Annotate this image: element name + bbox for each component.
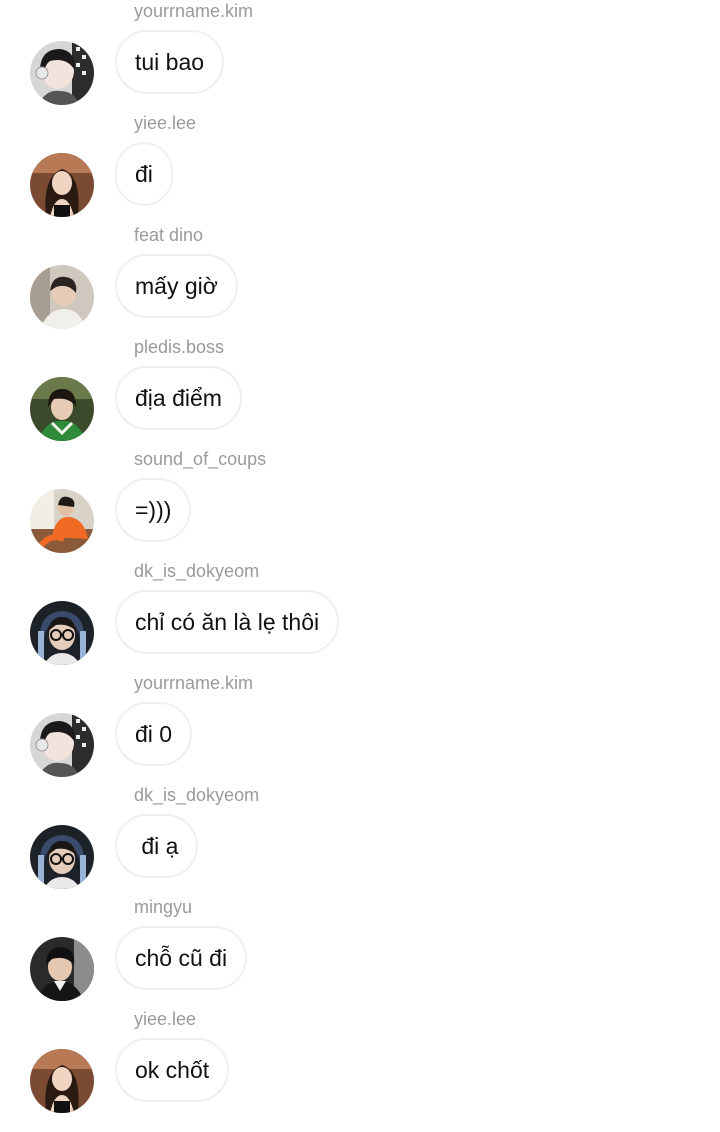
message-bubble[interactable]: tui bao (115, 30, 225, 94)
message-row: yiee.lee ok chốt (0, 1008, 720, 1120)
avatar-yourrname-kim[interactable] (30, 713, 94, 777)
avatar-feat-dino[interactable] (30, 265, 94, 329)
avatar-mingyu[interactable] (30, 937, 94, 1001)
avatar-yiee-lee[interactable] (30, 153, 94, 217)
sender-name[interactable]: pledis.boss (134, 336, 224, 358)
avatar-yourrname-kim[interactable] (30, 41, 94, 105)
message-row: yiee.lee đi (0, 112, 720, 224)
message-bubble[interactable]: =))) (115, 478, 192, 542)
avatar-dk-is-dokyeom[interactable] (30, 825, 94, 889)
avatar-dk-is-dokyeom[interactable] (30, 601, 94, 665)
message-row: dk_is_dokyeom đi ạ (0, 784, 720, 896)
sender-name[interactable]: yiee.lee (134, 112, 196, 134)
avatar-sound-of-coups[interactable] (30, 489, 94, 553)
message-row: yourrname.kim đi 0 (0, 672, 720, 784)
message-bubble[interactable]: địa điểm (115, 366, 242, 430)
sender-name[interactable]: mingyu (134, 896, 192, 918)
sender-name[interactable]: dk_is_dokyeom (134, 784, 259, 806)
sender-name[interactable]: sound_of_coups (134, 448, 266, 470)
message-bubble[interactable]: đi ạ (115, 814, 199, 878)
avatar-pledis-boss[interactable] (30, 377, 94, 441)
message-bubble[interactable]: đi (115, 142, 173, 206)
message-bubble[interactable]: đi 0 (115, 702, 193, 766)
message-bubble[interactable]: mấy giờ (115, 254, 238, 318)
message-row: dk_is_dokyeom chỉ có ăn là lẹ thôi (0, 560, 720, 672)
message-row: sound_of_coups =))) (0, 448, 720, 560)
message-row: mingyu chỗ cũ đi (0, 896, 720, 1008)
message-bubble[interactable]: chỉ có ăn là lẹ thôi (115, 590, 340, 654)
sender-name[interactable]: dk_is_dokyeom (134, 560, 259, 582)
sender-name[interactable]: yiee.lee (134, 1008, 196, 1030)
message-row: pledis.boss địa điểm (0, 336, 720, 448)
sender-name[interactable]: yourrname.kim (134, 672, 253, 694)
avatar-yiee-lee[interactable] (30, 1049, 94, 1113)
message-bubble[interactable]: ok chốt (115, 1038, 230, 1102)
message-row: feat dino mấy giờ (0, 224, 720, 336)
message-bubble[interactable]: chỗ cũ đi (115, 926, 248, 990)
message-row: yourrname.kim tui bao (0, 0, 720, 112)
chat-thread[interactable]: yourrname.kim tui bao yiee.lee đi feat d… (0, 0, 720, 1132)
sender-name[interactable]: feat dino (134, 224, 203, 246)
sender-name[interactable]: yourrname.kim (134, 0, 253, 22)
